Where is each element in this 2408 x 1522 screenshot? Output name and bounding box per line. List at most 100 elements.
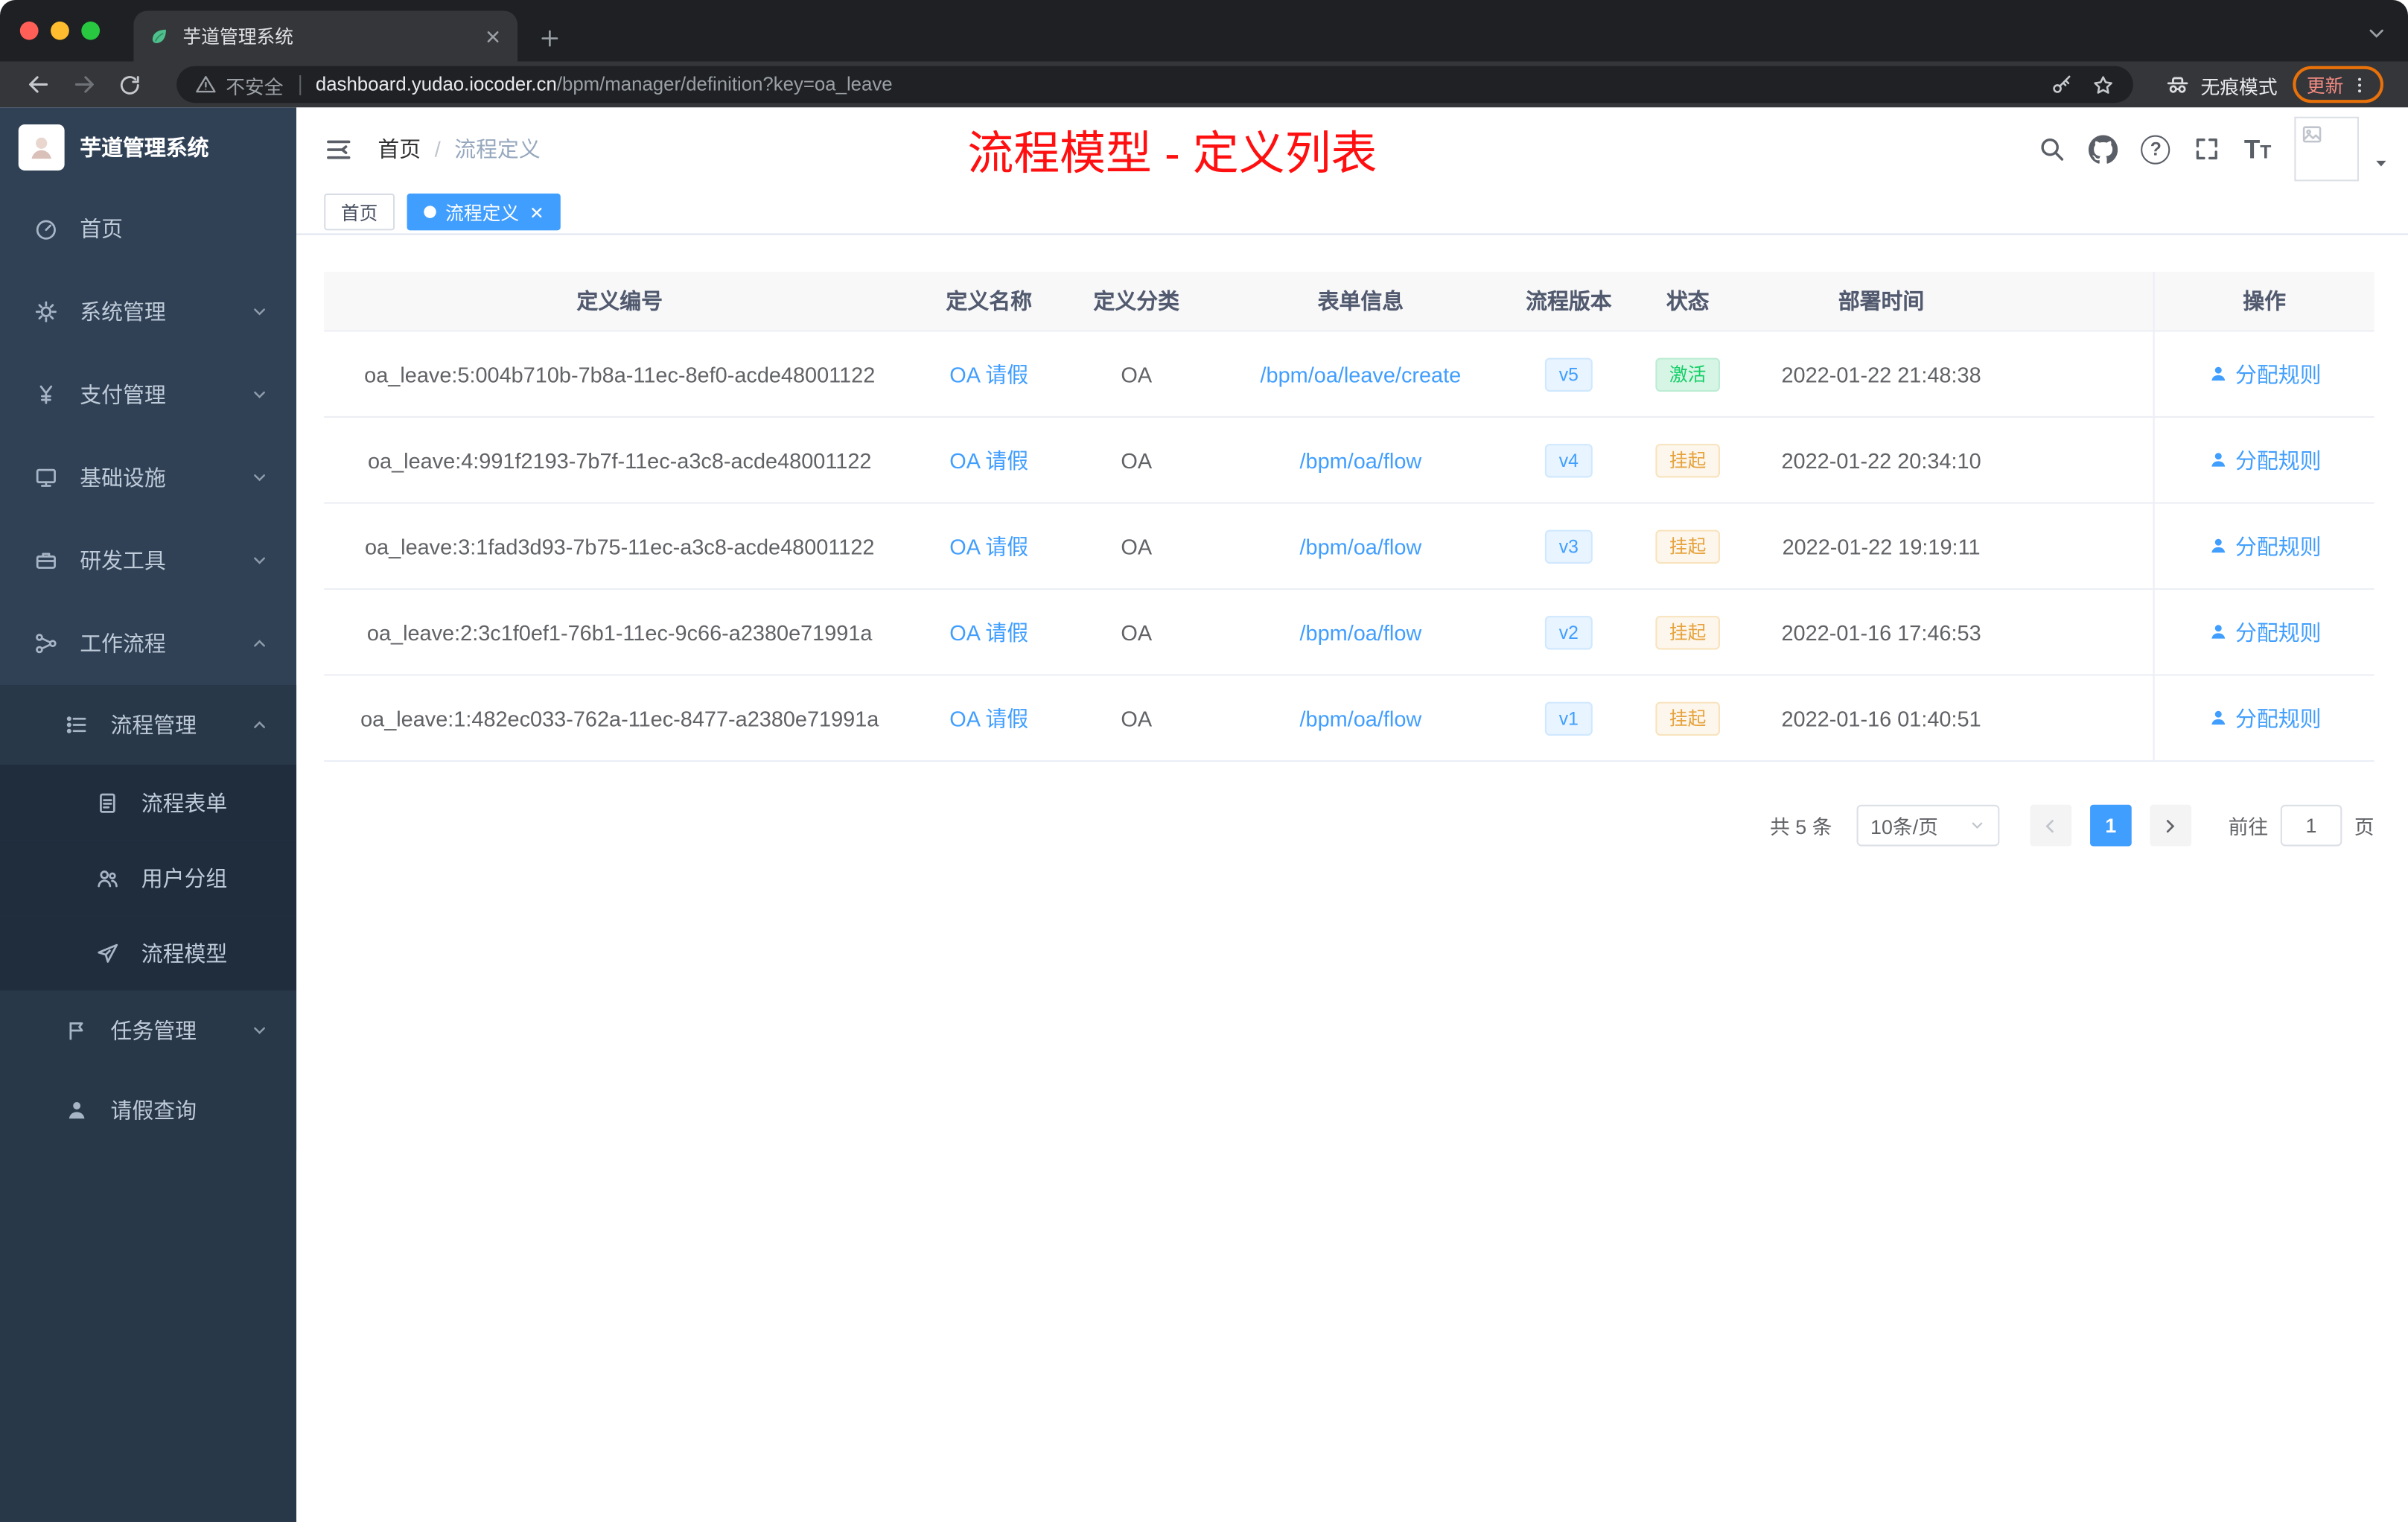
assign-rule-button[interactable]: 分配规则 bbox=[2208, 445, 2321, 475]
back-button-icon[interactable] bbox=[26, 72, 51, 97]
gear-icon bbox=[35, 301, 57, 322]
tags-view-bar: 首页 流程定义 bbox=[296, 190, 2408, 235]
person-icon bbox=[2211, 366, 2225, 381]
browser-tab[interactable]: 芋道管理系统 bbox=[133, 10, 518, 62]
breadcrumb-home[interactable]: 首页 bbox=[378, 133, 421, 164]
address-bar[interactable]: 不安全 dashboard.yudao.iocoder.cn/bpm/manag… bbox=[176, 66, 2133, 104]
sidebar-item-system[interactable]: 系统管理 bbox=[0, 270, 296, 353]
deploy-time: 2022-01-16 17:46:53 bbox=[1781, 620, 1981, 645]
broken-image-icon bbox=[2302, 126, 2322, 143]
current-page-button[interactable]: 1 bbox=[2089, 804, 2132, 847]
page-size-select[interactable]: 10条/页 bbox=[1856, 804, 2000, 847]
sidebar-item-task-management[interactable]: 任务管理 bbox=[0, 990, 297, 1071]
avatar-caret-icon[interactable] bbox=[2373, 155, 2390, 172]
prev-page-button[interactable] bbox=[2030, 804, 2072, 847]
sidebar-item-process-model[interactable]: 流程模型 bbox=[0, 915, 297, 991]
browser-tabstrip: 芋道管理系统 bbox=[0, 0, 2408, 62]
form-link[interactable]: /bpm/oa/flow bbox=[1300, 534, 1422, 558]
bookmark-star-icon[interactable] bbox=[2092, 73, 2115, 96]
definition-name-link[interactable]: OA 请假 bbox=[949, 359, 1028, 389]
select-caret-icon bbox=[1972, 822, 1983, 830]
sidebar: 芋道管理系统 首页 系统管理 支付管理 基础设施 研发工具 工作流程 流程管理 … bbox=[0, 107, 297, 1522]
window-minimize-button[interactable] bbox=[51, 21, 69, 40]
definition-id: oa_leave:3:1fad3d93-7b75-11ec-a3c8-acde4… bbox=[364, 533, 875, 558]
not-secure-warning-icon bbox=[196, 76, 216, 93]
browser-update-button[interactable]: 更新 bbox=[2293, 66, 2383, 104]
assign-rule-button[interactable]: 分配规则 bbox=[2208, 359, 2321, 389]
version-tag: v5 bbox=[1545, 357, 1593, 391]
form-document-icon bbox=[100, 792, 115, 812]
window-close-button[interactable] bbox=[19, 21, 39, 40]
app-logo-avatar bbox=[18, 124, 65, 171]
chevron-left-icon bbox=[2046, 819, 2054, 832]
form-link[interactable]: /bpm/oa/flow bbox=[1300, 706, 1422, 730]
yen-icon bbox=[39, 385, 53, 404]
assign-rule-button[interactable]: 分配规则 bbox=[2208, 531, 2321, 561]
column-header: 表单信息 bbox=[1317, 288, 1404, 313]
new-tab-button[interactable] bbox=[539, 28, 561, 49]
definition-category: OA bbox=[1121, 705, 1153, 730]
tab-search-icon[interactable] bbox=[2366, 23, 2386, 43]
github-icon[interactable] bbox=[2089, 134, 2118, 163]
definition-id: oa_leave:5:004b710b-7b8a-11ec-8ef0-acde4… bbox=[364, 361, 876, 386]
definition-name-link[interactable]: OA 请假 bbox=[949, 617, 1028, 647]
sidebar-collapse-icon[interactable] bbox=[324, 134, 353, 163]
chevron-up-icon bbox=[254, 721, 265, 728]
omnibox-divider bbox=[299, 74, 301, 95]
sidebar-item-process-management[interactable]: 流程管理 bbox=[0, 684, 297, 765]
next-page-button[interactable] bbox=[2150, 804, 2192, 847]
help-icon[interactable]: ? bbox=[2141, 134, 2170, 164]
status-tag: 挂起 bbox=[1655, 443, 1720, 477]
sidebar-item-payment[interactable]: 支付管理 bbox=[0, 353, 296, 436]
sidebar-item-home[interactable]: 首页 bbox=[0, 188, 296, 270]
column-header: 定义分类 bbox=[1093, 288, 1180, 313]
definition-name-link[interactable]: OA 请假 bbox=[949, 445, 1028, 475]
pagination: 共 5 条 10条/页 1 前往 页 bbox=[324, 804, 2374, 847]
deploy-time: 2022-01-16 01:40:51 bbox=[1781, 705, 1981, 730]
search-icon[interactable] bbox=[2038, 136, 2065, 163]
sidebar-item-dev-tools[interactable]: 研发工具 bbox=[0, 519, 296, 602]
definition-name-link[interactable]: OA 请假 bbox=[949, 703, 1028, 733]
form-link[interactable]: /bpm/oa/leave/create bbox=[1261, 362, 1462, 386]
reload-button-icon[interactable] bbox=[118, 73, 141, 96]
status-tag: 激活 bbox=[1655, 357, 1720, 391]
version-tag: v4 bbox=[1545, 443, 1593, 477]
sidebar-item-user-group[interactable]: 用户分组 bbox=[0, 840, 297, 916]
app-window: 芋道管理系统 首页 系统管理 支付管理 基础设施 研发工具 工作流程 流程管理 … bbox=[0, 107, 2408, 1522]
assign-rule-button[interactable]: 分配规则 bbox=[2208, 617, 2321, 647]
definition-id: oa_leave:4:991f2193-7b7f-11ec-a3c8-acde4… bbox=[368, 448, 872, 473]
incognito-icon bbox=[2167, 77, 2188, 93]
form-link[interactable]: /bpm/oa/flow bbox=[1300, 620, 1422, 644]
sidebar-item-process-form[interactable]: 流程表单 bbox=[0, 765, 297, 841]
browser-menu-dots-icon[interactable] bbox=[2350, 74, 2370, 95]
process-list-icon bbox=[66, 716, 86, 733]
person-icon bbox=[2211, 453, 2225, 467]
goto-page-input[interactable] bbox=[2280, 804, 2342, 847]
assign-rule-button[interactable]: 分配规则 bbox=[2208, 703, 2321, 733]
forward-button-icon[interactable] bbox=[72, 72, 97, 97]
user-avatar[interactable] bbox=[2294, 116, 2359, 182]
column-header: 状态 bbox=[1666, 288, 1710, 313]
table-row: oa_leave:3:1fad3d93-7b75-11ec-a3c8-acde4… bbox=[324, 503, 2374, 590]
tag-close-icon[interactable] bbox=[530, 205, 544, 219]
dashboard-icon bbox=[36, 220, 56, 240]
window-zoom-button[interactable] bbox=[81, 21, 101, 40]
version-tag: v3 bbox=[1545, 529, 1593, 563]
definition-name-link[interactable]: OA 请假 bbox=[949, 531, 1028, 561]
sidebar-item-leave-query[interactable]: 请假查询 bbox=[0, 1070, 297, 1150]
tag-home[interactable]: 首页 bbox=[324, 193, 395, 231]
main-area: 首页 / 流程定义 流程模型 - 定义列表 ? TT 首页 流程定义 定义编号 … bbox=[296, 107, 2408, 1522]
sidebar-item-infrastructure[interactable]: 基础设施 bbox=[0, 436, 296, 519]
definition-category: OA bbox=[1121, 533, 1153, 558]
tag-process-definition[interactable]: 流程定义 bbox=[407, 193, 561, 231]
sidebar-item-workflow[interactable]: 工作流程 bbox=[0, 602, 296, 685]
tab-close-icon[interactable] bbox=[484, 27, 503, 45]
url-host: dashboard.yudao.iocoder.cn bbox=[315, 74, 557, 95]
version-tag: v2 bbox=[1545, 615, 1593, 649]
column-header: 定义编号 bbox=[576, 288, 663, 313]
workflow-icon bbox=[36, 634, 57, 654]
password-key-icon[interactable] bbox=[2050, 73, 2073, 96]
fullscreen-icon[interactable] bbox=[2194, 136, 2221, 163]
form-link[interactable]: /bpm/oa/flow bbox=[1300, 448, 1422, 472]
font-size-icon[interactable]: TT bbox=[2244, 136, 2272, 162]
